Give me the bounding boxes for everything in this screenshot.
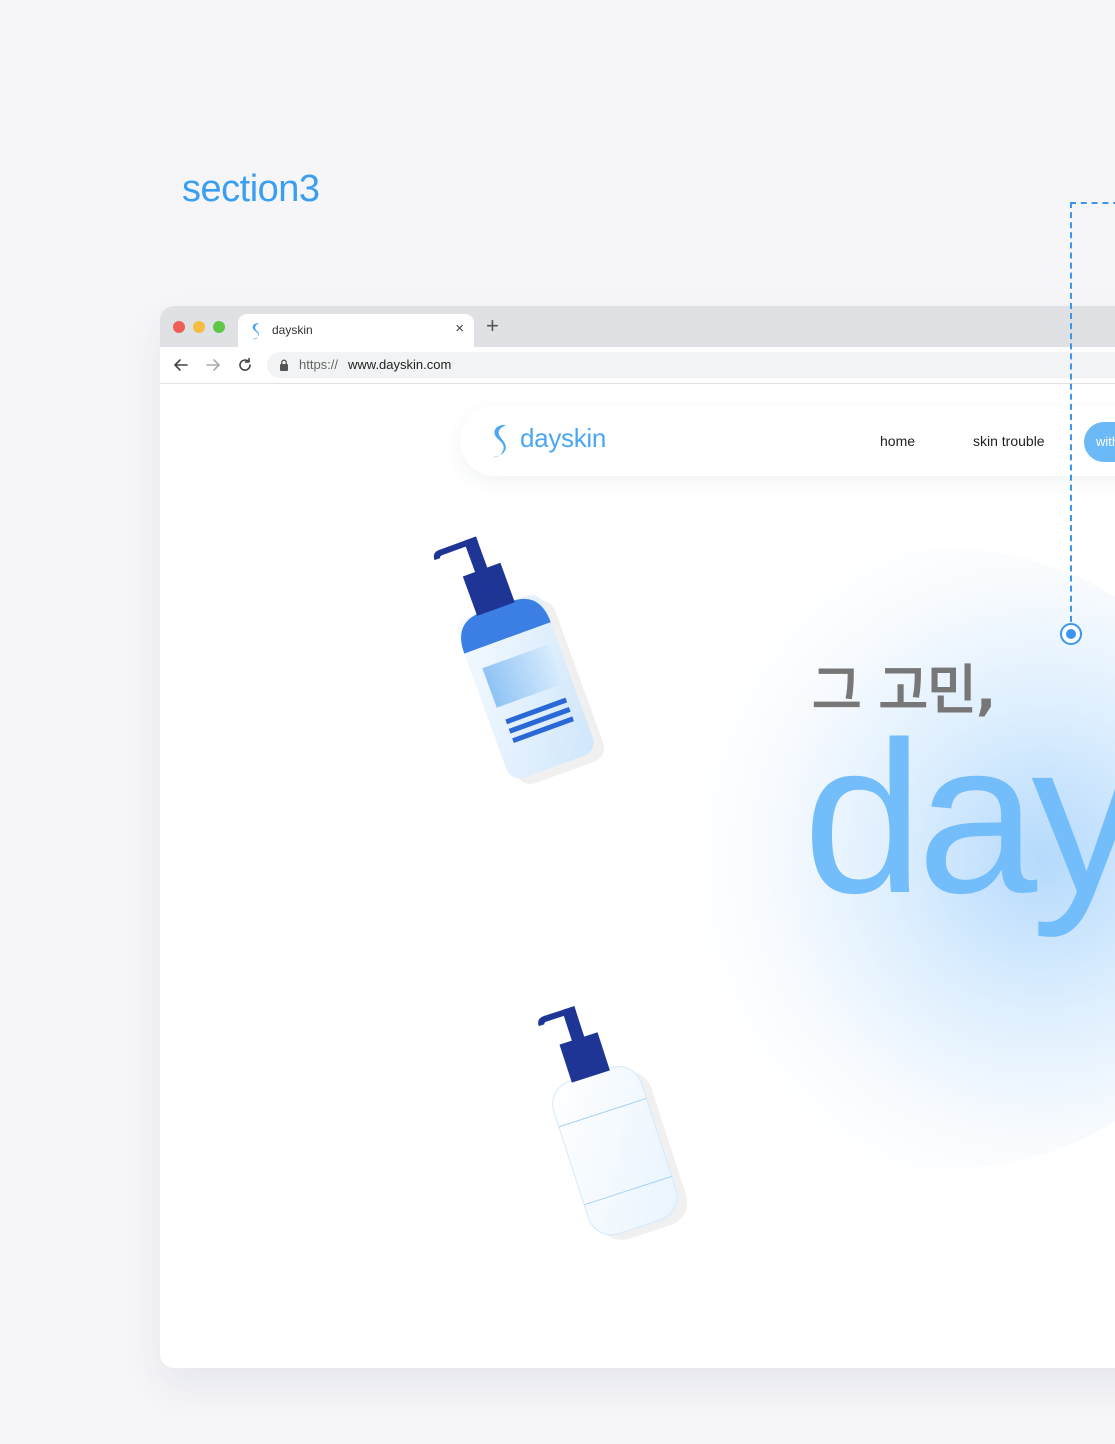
dayskin-favicon-icon — [252, 323, 259, 340]
hero-title: dayskin — [803, 696, 1115, 938]
dayskin-logo-icon[interactable] — [488, 423, 512, 459]
site-navbar: dayskin home skin trouble with — [460, 406, 1115, 476]
minimize-window-button[interactable] — [193, 321, 205, 333]
address-bar[interactable]: https:// www.dayskin.com — [267, 352, 1115, 378]
nav-link-skin-trouble[interactable]: skin trouble — [973, 433, 1045, 449]
pump-bottle-image — [538, 1006, 688, 1240]
annotation-marker-dot — [1060, 623, 1082, 645]
browser-tab-bar: dayskin × + — [160, 306, 1115, 348]
url-host: www.dayskin.com — [348, 357, 452, 372]
reload-icon[interactable] — [236, 356, 254, 374]
pump-bottle-image — [433, 536, 605, 785]
lock-icon — [280, 359, 288, 371]
logo-text[interactable]: dayskin — [520, 423, 606, 454]
url-protocol: https:// — [299, 357, 339, 372]
browser-tab[interactable]: dayskin × — [238, 314, 474, 348]
section-label: section3 — [182, 168, 320, 210]
browser-window: dayskin × + https:// www.dayskin.com day… — [160, 306, 1115, 1368]
maximize-window-button[interactable] — [213, 321, 225, 333]
nav-link-home[interactable]: home — [880, 433, 915, 449]
new-tab-button[interactable]: + — [486, 315, 499, 337]
close-window-button[interactable] — [173, 321, 185, 333]
tab-close-icon[interactable]: × — [455, 320, 464, 337]
page-viewport: dayskin home skin trouble with — [160, 384, 1115, 1368]
annotation-connector-line — [1070, 202, 1115, 632]
back-arrow-icon[interactable] — [172, 356, 190, 374]
tab-title: dayskin — [272, 323, 313, 337]
forward-arrow-icon[interactable] — [204, 356, 222, 374]
browser-toolbar: https:// www.dayskin.com — [160, 347, 1115, 384]
